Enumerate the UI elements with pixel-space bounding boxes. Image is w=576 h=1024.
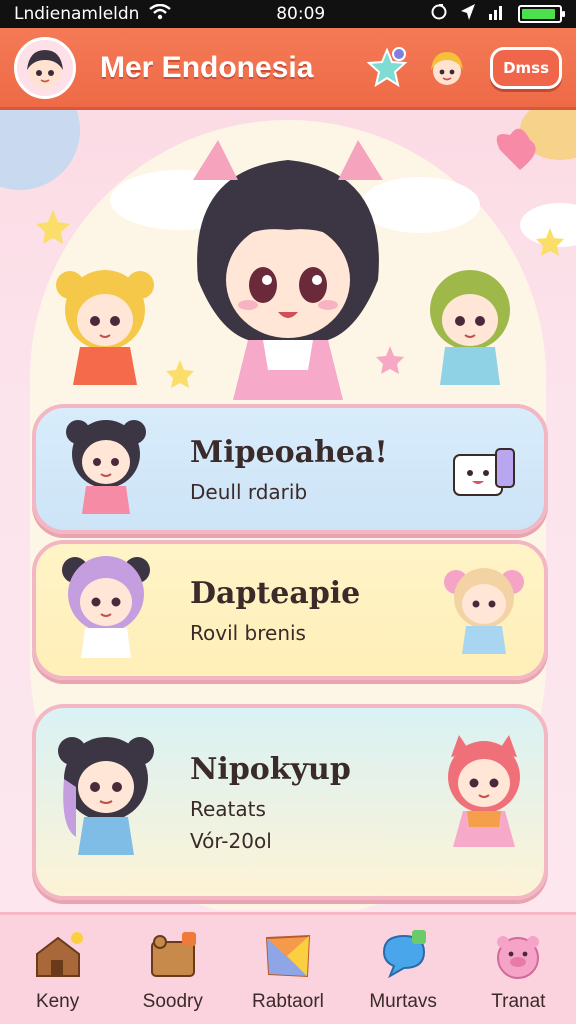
card-subtitle: Reatats bbox=[190, 796, 266, 821]
nav-item-craft[interactable]: Rabtaorl bbox=[233, 927, 343, 1013]
feature-card[interactable]: Nipokyup Reatats Vór-20ol bbox=[32, 704, 548, 900]
feature-card[interactable]: Dapteapie Rovil brenis bbox=[32, 540, 548, 680]
notification-dot bbox=[392, 46, 407, 61]
pig-icon bbox=[490, 927, 546, 983]
card-title: Dapteapie bbox=[190, 575, 361, 611]
character-illustration bbox=[424, 708, 544, 896]
star-icon[interactable] bbox=[362, 43, 412, 93]
nav-label: Tranat bbox=[491, 990, 546, 1012]
header-action-button[interactable]: Dmss bbox=[490, 46, 562, 89]
character-illustration bbox=[36, 408, 176, 530]
signal-icon bbox=[488, 4, 506, 25]
origami-icon bbox=[260, 927, 316, 983]
wifi-icon bbox=[149, 3, 172, 25]
battery-icon bbox=[517, 5, 565, 23]
card-detail: Vór-20ol bbox=[190, 828, 272, 853]
nav-item-home[interactable]: Keny bbox=[3, 927, 113, 1013]
nav-label: Murtavs bbox=[369, 990, 437, 1012]
card-title: Mipeoahea! bbox=[190, 434, 388, 470]
card-subtitle: Deull rdarib bbox=[190, 479, 308, 504]
character-illustration bbox=[36, 708, 176, 896]
hero-illustration bbox=[0, 110, 576, 910]
nav-item-profile[interactable]: Tranat bbox=[463, 927, 573, 1013]
clock: 80:09 bbox=[276, 4, 326, 24]
chat-bubble-icon bbox=[375, 927, 431, 983]
gift-box-icon bbox=[424, 408, 544, 530]
app-title: Mer Endonesia bbox=[100, 50, 314, 84]
sync-icon bbox=[430, 3, 448, 26]
card-subtitle: Rovil brenis bbox=[190, 620, 306, 645]
feature-card[interactable]: Mipeoahea! Deull rdarib bbox=[32, 404, 548, 534]
nav-label: Soodry bbox=[142, 990, 203, 1012]
location-icon bbox=[460, 3, 476, 26]
nav-label: Keny bbox=[35, 990, 80, 1012]
status-bar: Lndienamleldn 80:09 bbox=[0, 0, 576, 28]
house-icon bbox=[30, 927, 86, 983]
avatar[interactable] bbox=[14, 36, 76, 99]
nav-label: Rabtaorl bbox=[252, 990, 324, 1012]
bottom-navigation: Keny Soodry Rabtaorl Murtavs Tranat bbox=[0, 912, 576, 1024]
card-title: Nipokyup bbox=[190, 751, 351, 787]
carrier-label: Lndienamleldn bbox=[14, 4, 140, 24]
character-illustration bbox=[424, 544, 544, 676]
bear-box-icon bbox=[145, 927, 201, 983]
nav-item-story[interactable]: Soodry bbox=[118, 927, 228, 1013]
app-header: Mer Endonesia Dmss bbox=[0, 28, 576, 110]
character-illustration bbox=[36, 544, 176, 676]
character-icon[interactable] bbox=[422, 43, 472, 93]
nav-item-messages[interactable]: Murtavs bbox=[348, 927, 458, 1013]
